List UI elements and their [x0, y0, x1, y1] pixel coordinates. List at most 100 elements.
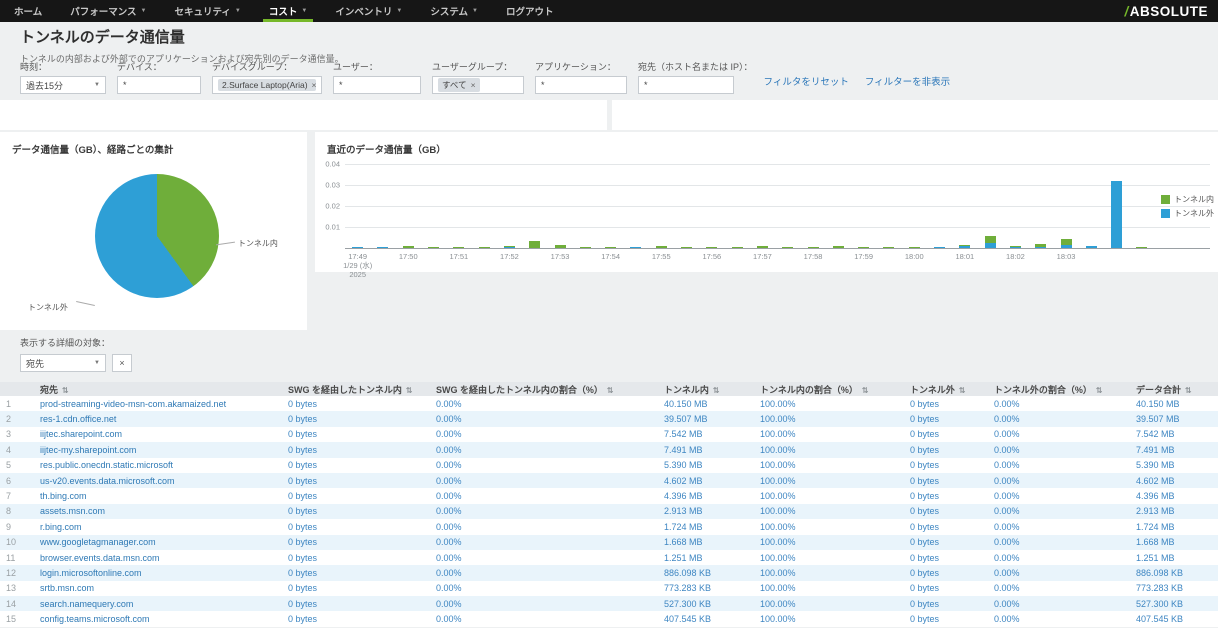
destination-link[interactable]: iijtec-my.sharepoint.com	[34, 442, 282, 457]
destination-link[interactable]: search.namequery.com	[34, 596, 282, 611]
destination-input[interactable]: *	[638, 76, 734, 94]
tunnel-in-percent: 100.00%	[754, 458, 904, 473]
nav-item-ホーム[interactable]: ホーム	[0, 0, 56, 22]
bar-17:55:30	[681, 247, 692, 248]
tunnel-in-value: 1.668 MB	[658, 535, 754, 550]
x-axis-line	[345, 248, 1210, 249]
bar-18:04:30	[1136, 247, 1147, 248]
chevron-down-icon: ▼	[235, 8, 241, 14]
column-header-4[interactable]: トンネル内⇅	[658, 382, 754, 396]
nav-item-インベントリ[interactable]: インベントリ▼	[321, 0, 416, 22]
tunnel-in-percent: 100.00%	[754, 488, 904, 503]
bar-segment	[453, 247, 464, 248]
nav-item-label: ログアウト	[506, 4, 554, 18]
data-total-value: 1.251 MB	[1130, 550, 1218, 565]
reset-filters-link[interactable]: フィルタをリセット	[764, 74, 849, 88]
user-input[interactable]: *	[333, 76, 421, 94]
chevron-down-icon: ▼	[141, 8, 147, 14]
bar-segment	[580, 247, 591, 248]
bar-segment	[706, 247, 717, 248]
destination-link[interactable]: browser.events.data.msn.com	[34, 550, 282, 565]
destination-link[interactable]: assets.msn.com	[34, 504, 282, 519]
bar-17:52:30	[529, 241, 540, 248]
tunnel-out-percent: 0.00%	[988, 458, 1130, 473]
destination-link[interactable]: srtb.msn.com	[34, 581, 282, 596]
column-header-3[interactable]: SWG を経由したトンネル内の割合（%）⇅	[430, 382, 658, 396]
swg-tunnel-in-value: 0 bytes	[282, 519, 430, 534]
nav-item-パフォーマンス[interactable]: パフォーマンス▼	[56, 0, 160, 22]
tunnel-in-percent: 100.00%	[754, 581, 904, 596]
bar-17:59:00	[858, 247, 869, 248]
column-header-label: トンネル外	[910, 385, 955, 395]
destination-link[interactable]: www.googletagmanager.com	[34, 535, 282, 550]
tunnel-in-value: 7.491 MB	[658, 442, 754, 457]
table-row: 14search.namequery.com0 bytes0.00%527.30…	[0, 596, 1218, 611]
legend-item-トンネル外[interactable]: トンネル外	[1161, 208, 1214, 219]
column-header-2[interactable]: SWG を経由したトンネル内⇅	[282, 382, 430, 396]
tunnel-in-percent: 100.00%	[754, 565, 904, 580]
filter-device-group: デバイスグループ： 2.Surface Laptop(Aria)×	[212, 60, 322, 94]
data-total-value: 4.396 MB	[1130, 488, 1218, 503]
bar-17:59:30	[883, 247, 894, 248]
tunnel-out-value: 0 bytes	[904, 427, 988, 442]
gridline	[345, 164, 1210, 165]
chip-remove-icon[interactable]: ×	[312, 80, 316, 90]
pie-leader-line	[216, 242, 235, 246]
destination-link[interactable]: us-v20.events.data.microsoft.com	[34, 473, 282, 488]
destination-link[interactable]: res-1.cdn.office.net	[34, 411, 282, 426]
column-header-1[interactable]: 宛先⇅	[34, 382, 282, 396]
column-header-5[interactable]: トンネル内の割合（%）⇅	[754, 382, 904, 396]
pie-chart-panel: データ通信量（GB）、経路ごとの集計 トンネル内 トンネル外	[0, 132, 307, 330]
user-group-input[interactable]: すべて×	[432, 76, 524, 94]
chevron-down-icon: ▼	[94, 360, 100, 366]
x-axis-tick-label: 18:00	[887, 252, 941, 261]
device-input[interactable]: *	[117, 76, 201, 94]
column-header-8[interactable]: データ合計⇅	[1130, 382, 1218, 396]
tunnel-out-percent: 0.00%	[988, 581, 1130, 596]
bar-18:04:00	[1111, 181, 1122, 248]
destination-link[interactable]: res.public.onecdn.static.microsoft	[34, 458, 282, 473]
tunnel-in-value: 407.545 KB	[658, 611, 754, 626]
filter-user-label: ユーザー：	[333, 60, 421, 73]
tunnel-in-value: 40.150 MB	[658, 396, 754, 411]
swg-tunnel-in-value: 0 bytes	[282, 550, 430, 565]
destination-link[interactable]: prod-streaming-video-msn-com.akamaized.n…	[34, 396, 282, 411]
row-index: 7	[0, 488, 34, 503]
swg-tunnel-in-percent: 0.00%	[430, 535, 658, 550]
swg-tunnel-in-percent: 0.00%	[430, 458, 658, 473]
device-group-input[interactable]: 2.Surface Laptop(Aria)×	[212, 76, 322, 94]
chip-remove-icon[interactable]: ×	[471, 80, 476, 90]
data-total-value: 40.150 MB	[1130, 396, 1218, 411]
bar-18:00:30	[934, 247, 945, 248]
user-group-chip[interactable]: すべて×	[438, 78, 480, 92]
device-group-chip[interactable]: 2.Surface Laptop(Aria)×	[218, 79, 316, 91]
column-header-7[interactable]: トンネル外の割合（%）⇅	[988, 382, 1130, 396]
column-header-6[interactable]: トンネル外⇅	[904, 382, 988, 396]
column-header-label: トンネル内の割合（%）	[760, 385, 858, 395]
destination-link[interactable]: config.teams.microsoft.com	[34, 611, 282, 626]
row-index: 1	[0, 396, 34, 411]
bar-17:58:30	[833, 246, 844, 248]
hide-filters-link[interactable]: フィルターを非表示	[865, 74, 950, 88]
nav-item-ログアウト[interactable]: ログアウト	[492, 0, 568, 22]
data-total-value: 407.545 KB	[1130, 611, 1218, 626]
destination-link[interactable]: th.bing.com	[34, 488, 282, 503]
detail-clear-button[interactable]: ×	[112, 354, 132, 372]
nav-item-セキュリティ[interactable]: セキュリティ▼	[160, 0, 254, 22]
bar-17:52:00	[504, 246, 515, 248]
x-axis-tick-label: 17:55	[634, 252, 688, 261]
nav-item-システム[interactable]: システム▼	[416, 0, 492, 22]
row-index: 2	[0, 411, 34, 426]
destination-link[interactable]: login.microsoftonline.com	[34, 565, 282, 580]
application-input[interactable]: *	[535, 76, 627, 94]
detail-select[interactable]: 宛先▼	[20, 354, 106, 372]
sort-icon: ⇅	[1185, 386, 1192, 395]
destination-link[interactable]: iijtec.sharepoint.com	[34, 427, 282, 442]
time-select[interactable]: 過去15分▼	[20, 76, 106, 94]
destination-link[interactable]: r.bing.com	[34, 519, 282, 534]
bar-segment	[529, 241, 540, 248]
legend-item-トンネル内[interactable]: トンネル内	[1161, 194, 1214, 205]
nav-item-コスト[interactable]: コスト▼	[255, 0, 321, 22]
chevron-down-icon: ▼	[472, 8, 478, 14]
swg-tunnel-in-value: 0 bytes	[282, 473, 430, 488]
